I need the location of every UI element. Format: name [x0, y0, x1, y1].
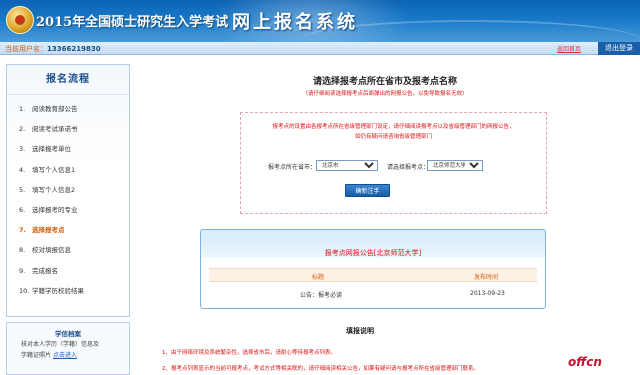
- sidebar-step[interactable]: 7. 选择报考点: [19, 220, 129, 240]
- sidebar-step-label: 阅读考试承诺书: [32, 125, 78, 134]
- sidebar-step[interactable]: 8. 校对填报信息: [19, 240, 129, 260]
- xuexin-note: 学信档案 核对本人学历（学籍）信息及 学籍证照片 点击进入: [6, 322, 130, 375]
- announcement-row-title[interactable]: 公告：报考必读: [300, 290, 342, 299]
- site-label: 请选择报考点：: [387, 164, 430, 171]
- fill-notes-title: 填报说明: [346, 327, 374, 335]
- current-user-value: 13366219830: [47, 45, 101, 53]
- selector-warning-line-2: 如仍有疑问请咨询省级管理部门: [354, 134, 432, 140]
- note-line-2: 学籍证照片 点击进入: [21, 351, 129, 360]
- site-selector-panel: 报考点的设置由各报考点所在省级管理部门设定，请仔细阅读报考点以及省级管理部门的网…: [240, 112, 547, 214]
- page-title: 请选择报考点所在省市及报考点名称: [312, 77, 457, 87]
- home-link[interactable]: 返回首页: [557, 44, 581, 53]
- system-name: 网上报名系统: [232, 12, 358, 33]
- note-enter-link[interactable]: 点击进入: [53, 352, 77, 359]
- sidebar-step[interactable]: 4. 填写个人信息1: [19, 160, 129, 180]
- sidebar-title: 报名流程: [7, 65, 129, 95]
- sidebar-step-label: 选择报考点: [32, 226, 65, 235]
- selector-warning: 报考点的设置由各报考点所在省级管理部门设定，请仔细阅读报考点以及省级管理部门的网…: [241, 122, 546, 142]
- column-title: 标题: [312, 274, 325, 281]
- sidebar-step[interactable]: 1. 阅读教育部公告: [19, 99, 129, 119]
- sidebar-step-label: 阅读教育部公告: [32, 105, 78, 113]
- selector-warning-line-1: 报考点的设置由各报考点所在省级管理部门设定，请仔细阅读报考点以及省级管理部门的网…: [272, 124, 515, 130]
- process-sidebar: 报名流程 1. 阅读教育部公告 2. 阅读考试承诺书 3. 选择报考单位 4. 填写个人信息1…: [6, 64, 130, 317]
- province-label: 报考点所在省市：: [268, 164, 317, 171]
- province-select[interactable]: 北京市: [316, 160, 378, 171]
- sidebar-step-number: 7.: [19, 226, 26, 235]
- fill-note-2: 2、报考点列表显示的当前可报考点，考试方式等相关联的，请仔细阅读相关公告，如果有…: [162, 366, 480, 372]
- sidebar-step[interactable]: 2. 阅读考试承诺书: [19, 119, 129, 139]
- note-title: 学信档案: [55, 330, 81, 338]
- announcement-row-date: 2013-09-23: [470, 290, 505, 297]
- announcement-row[interactable]: 公告：报考必读 2013-09-23: [209, 287, 537, 301]
- emblem-logo: [6, 6, 34, 34]
- current-user-label: 当前用户名：: [5, 45, 47, 53]
- sidebar-step-number: 5.: [19, 185, 26, 194]
- column-date: 发布时间: [474, 274, 499, 281]
- exam-title: 2015年全国硕士研究生入学考试: [36, 15, 229, 30]
- sidebar-step-number: 9.: [19, 266, 26, 275]
- sidebar-step-number: 3.: [19, 145, 26, 154]
- announcement-header-row: 标题 发布时间: [209, 268, 537, 282]
- logout-button[interactable]: 退出登录: [598, 42, 640, 55]
- sidebar-step-label: 完成报名: [32, 266, 58, 275]
- sidebar-step[interactable]: 5. 填写个人信息2: [19, 180, 129, 200]
- sidebar-step[interactable]: 10. 学籍学历校验结果: [19, 281, 129, 301]
- sidebar-step-number: 6.: [19, 205, 26, 214]
- header-banner: 2015年全国硕士研究生入学考试 网上报名系统: [0, 0, 640, 42]
- sidebar-step[interactable]: 3. 选择报考单位: [19, 139, 129, 159]
- current-user: 当前用户名：13366219830: [5, 44, 101, 54]
- sidebar-step-number: 2.: [19, 125, 26, 134]
- offcn-watermark: offcn: [568, 355, 602, 369]
- site-select[interactable]: 北京师范大学: [427, 160, 483, 171]
- process-steps: 1. 阅读教育部公告 2. 阅读考试承诺书 3. 选择报考单位 4. 填写个人信息1 5. 填写个…: [7, 95, 129, 301]
- sidebar-step[interactable]: 9. 完成报名: [19, 261, 129, 281]
- selector-row: 报考点所在省市： 北京市 请选择报考点： 北京师范大学: [268, 160, 528, 171]
- sidebar-step-number: 4.: [19, 165, 26, 174]
- user-bar: 当前用户名：13366219830 返回首页 退出登录: [0, 42, 640, 55]
- sidebar-step-number: 1.: [19, 105, 26, 113]
- sidebar-step-number: 10.: [19, 286, 30, 295]
- sidebar-step-label: 填写个人信息2: [32, 185, 76, 194]
- announcement-panel: 报考点网报公告[北京师范大学] 标题 发布时间 公告：报考必读 2013-09-…: [200, 229, 546, 309]
- fill-notes: 填报说明 1、由于网络环境及系统繁杂性，选择省市后，请耐心等待报考点列表。 2、…: [140, 326, 580, 375]
- fill-note-1: 1、由于网络环境及系统繁杂性，选择省市后，请耐心等待报考点列表。: [162, 350, 337, 356]
- sidebar-step-number: 8.: [19, 246, 26, 255]
- sidebar-step-label: 学籍学历校验结果: [32, 286, 84, 295]
- sidebar-step-label: 填写个人信息1: [32, 165, 76, 174]
- page-subtitle: （请仔细阅读选择报考点后面弹出的网报公告，以免导致报名无效）: [302, 91, 468, 97]
- sidebar-step-label: 校对填报信息: [32, 246, 71, 255]
- sidebar-step-label: 选择报考单位: [32, 145, 71, 154]
- confirm-button[interactable]: 确新注手: [345, 184, 390, 197]
- announcement-title: 报考点网报公告[北京师范大学]: [324, 249, 422, 257]
- note-line-2-prefix: 学籍证照片: [21, 352, 52, 359]
- note-line-1: 核对本人学历（学籍）信息及: [21, 341, 100, 348]
- sidebar-step[interactable]: 6. 选择报考的专业: [19, 200, 129, 220]
- sidebar-step-label: 选择报考的专业: [32, 205, 78, 214]
